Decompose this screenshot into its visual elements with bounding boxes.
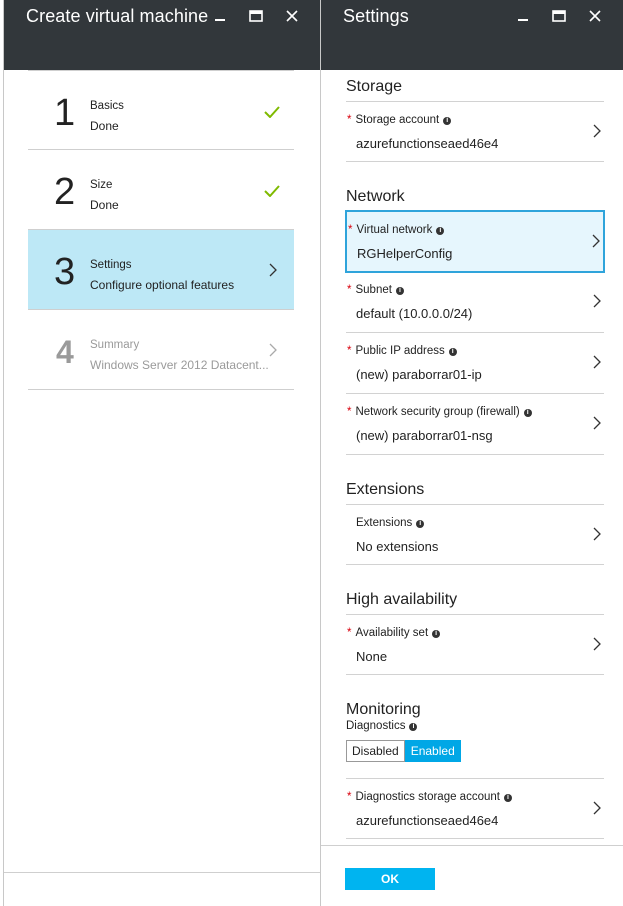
section-title-network: Network: [346, 188, 405, 205]
chevron-right-icon: [593, 527, 601, 546]
required-asterisk: *: [347, 627, 352, 639]
diagnostics-disabled-option[interactable]: Disabled: [346, 740, 405, 762]
storage-account-row[interactable]: * Storage account i azurefunctionseaed46e4: [346, 101, 604, 162]
diagnostics-enabled-option[interactable]: Enabled: [404, 740, 461, 762]
chevron-right-icon: [593, 294, 601, 313]
info-icon[interactable]: i: [503, 794, 512, 802]
row-value: None: [356, 649, 388, 664]
close-icon[interactable]: [577, 6, 613, 26]
required-asterisk: *: [347, 284, 352, 296]
row-label: * Public IP address i: [347, 345, 457, 357]
row-label: * Network security group (firewall) i: [347, 406, 532, 418]
chevron-right-icon: [593, 801, 601, 820]
row-value: RGHelperConfig: [357, 246, 453, 261]
blade-header: Create virtual machine: [4, 0, 320, 70]
create-vm-blade: Create virtual machine 1 Basics Done 2 S…: [3, 0, 321, 906]
step-number: 3: [54, 251, 76, 293]
step-subtitle: Configure optional features: [90, 278, 235, 292]
diagnostics-storage-row[interactable]: * Diagnostics storage account i azurefunct…: [346, 778, 604, 839]
info-icon[interactable]: i: [416, 520, 425, 528]
row-value: No extensions: [356, 539, 439, 554]
blade-title: Settings: [343, 6, 409, 26]
step-basics[interactable]: 1 Basics Done: [28, 70, 294, 150]
row-label: Extensions i: [356, 517, 425, 529]
nsg-row[interactable]: * Network security group (firewall) i (new…: [346, 394, 604, 455]
step-subtitle: Windows Server 2012 Datacent...: [90, 358, 269, 372]
minimize-icon[interactable]: [202, 6, 238, 26]
row-value: (new) paraborrar01-ip: [356, 367, 482, 382]
required-asterisk: *: [348, 224, 353, 236]
chevron-right-icon: [593, 124, 601, 143]
chevron-right-icon: [593, 637, 601, 656]
step-number: 1: [54, 92, 76, 134]
info-icon[interactable]: i: [436, 227, 445, 235]
checkmark-icon: [264, 105, 280, 123]
required-asterisk: *: [347, 345, 352, 357]
info-icon[interactable]: i: [432, 630, 441, 638]
step-title: Summary: [90, 339, 140, 351]
wizard-steps: 1 Basics Done 2 Size Done 3 Settings Con…: [28, 70, 294, 390]
chevron-right-icon: [593, 416, 601, 435]
subnet-row[interactable]: * Subnet i default (10.0.0.0/24): [346, 272, 604, 333]
diagnostics-label: Diagnostics i: [346, 720, 604, 732]
step-subtitle: Done: [90, 198, 119, 212]
row-label: * Availability set i: [347, 627, 441, 639]
required-asterisk: *: [347, 406, 352, 418]
row-value: azurefunctionseaed46e4: [356, 136, 499, 151]
maximize-icon[interactable]: [238, 6, 274, 26]
ok-button[interactable]: OK: [345, 868, 435, 890]
required-asterisk: *: [347, 114, 352, 126]
info-icon[interactable]: i: [448, 348, 457, 356]
step-title: Size: [90, 179, 113, 191]
virtual-network-row[interactable]: * Virtual network i RGHelperConfig: [345, 210, 605, 273]
section-title-high-availability: High availability: [346, 591, 458, 608]
extensions-row[interactable]: Extensions i No extensions: [346, 504, 604, 565]
blade-title: Create virtual machine: [26, 6, 209, 26]
row-value: default (10.0.0.0/24): [356, 306, 473, 321]
chevron-right-icon: [593, 355, 601, 374]
section-title-extensions: Extensions: [346, 481, 425, 498]
footer-bar: OK: [321, 845, 623, 906]
settings-list: Storage * Storage account i azurefunctions…: [345, 70, 605, 839]
step-settings[interactable]: 3 Settings Configure optional features: [28, 230, 294, 310]
step-number: 2: [54, 171, 76, 213]
blade-header: Settings: [321, 0, 623, 70]
step-title: Settings: [90, 259, 132, 271]
public-ip-row[interactable]: * Public IP address i (new) paraborrar01-i…: [346, 333, 604, 394]
step-subtitle: Done: [90, 119, 119, 133]
row-label: * Virtual network i: [348, 224, 445, 236]
window-controls: [505, 6, 613, 26]
step-number: 4: [56, 334, 74, 370]
divider: [4, 872, 320, 873]
section-title-storage: Storage: [346, 78, 403, 95]
step-title: Basics: [90, 100, 124, 112]
row-label: * Storage account i: [347, 114, 452, 126]
chevron-right-icon: [269, 343, 277, 362]
step-size[interactable]: 2 Size Done: [28, 150, 294, 230]
row-label: * Diagnostics storage account i: [347, 791, 512, 803]
row-label: * Subnet i: [347, 284, 404, 296]
checkmark-icon: [264, 184, 280, 202]
settings-blade: Settings Storage * Storage account i azure…: [321, 0, 623, 906]
info-icon[interactable]: i: [523, 409, 532, 417]
close-icon[interactable]: [274, 6, 310, 26]
availability-set-row[interactable]: * Availability set i None: [346, 614, 604, 675]
maximize-icon[interactable]: [541, 6, 577, 26]
section-title-monitoring: Monitoring: [346, 701, 421, 718]
step-summary[interactable]: 4 Summary Windows Server 2012 Datacent..…: [28, 310, 294, 390]
minimize-icon[interactable]: [505, 6, 541, 26]
window-controls: [202, 6, 310, 26]
row-value: (new) paraborrar01-nsg: [356, 428, 493, 443]
info-icon[interactable]: i: [443, 117, 452, 125]
chevron-right-icon: [269, 263, 277, 282]
chevron-right-icon: [592, 234, 600, 253]
diagnostics-toggle: Disabled Enabled: [346, 740, 604, 762]
info-icon[interactable]: i: [395, 287, 404, 295]
required-asterisk: *: [347, 791, 352, 803]
info-icon[interactable]: i: [409, 723, 418, 731]
row-value: azurefunctionseaed46e4: [356, 813, 499, 828]
